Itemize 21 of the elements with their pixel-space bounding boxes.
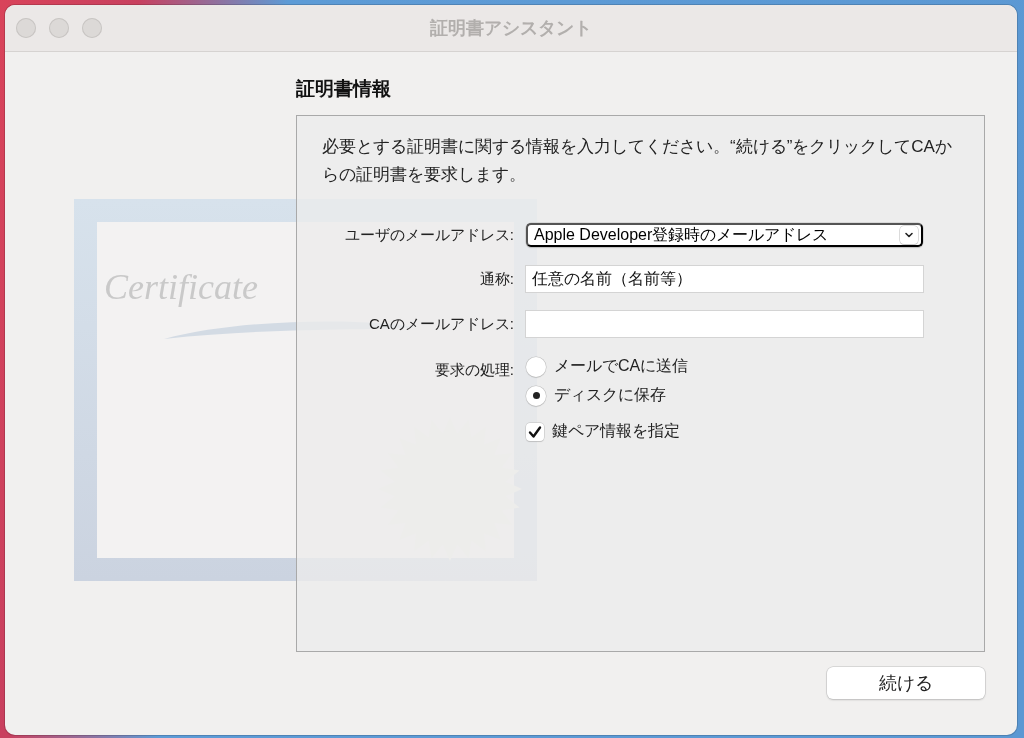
chevron-icon [900,226,918,244]
section-heading: 証明書情報 [296,77,392,101]
field-label: 要求の処理: [434,361,514,380]
close-button[interactable] [16,18,36,38]
field-label: 通称: [479,269,514,289]
field-label: ユーザのメールアドレス: [344,225,514,245]
instruction-text: 必要とする証明書に関する情報を入力してください。“続ける”をクリックしてCAからの証明書を要求します。 [322,136,953,186]
text-field[interactable]: 任意の名前（名前等） [526,266,923,292]
continue-button[interactable]: 続ける [827,667,985,699]
window-title: 証明書アシスタント [430,18,592,38]
checkbox[interactable] [526,422,544,441]
checkbox-label[interactable]: 鍵ペア情報を指定 [552,421,680,442]
text-field[interactable] [526,311,923,337]
zoom-button[interactable] [82,18,102,38]
radio-button[interactable] [526,385,546,406]
radio-label[interactable]: ディスクに保存 [554,385,666,406]
field-label: CAのメールアドレス: [369,314,514,334]
radio-label[interactable]: メールでCAに送信 [554,356,689,377]
popup-menu[interactable]: Apple Developer登録時のメールアドレス [526,223,923,247]
radio-button[interactable] [526,356,546,377]
minimize-button[interactable] [49,18,69,38]
